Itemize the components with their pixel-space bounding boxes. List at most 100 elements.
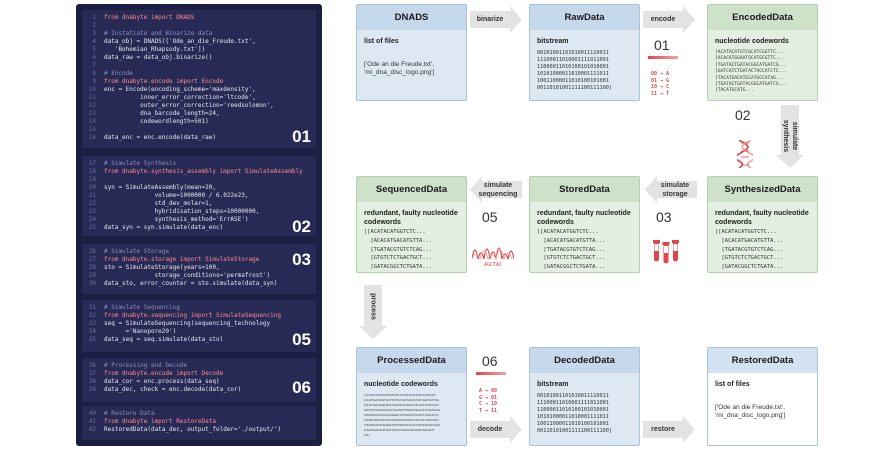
node-title: EncodedData [708, 5, 817, 30]
line-number: 7 [92, 62, 96, 69]
line-number: 36 [88, 362, 96, 369]
mapping-entry: A → 00 [479, 388, 498, 394]
node-subtitle: bitstream [537, 381, 569, 388]
step-number-06: 06 [482, 353, 498, 369]
line-number: 38 [88, 378, 96, 385]
code-text: data_obj = DNADS(['Ode_an_die_Freude.txt… [104, 38, 256, 45]
code-line: 13 dna_barcode_length=24, [82, 110, 316, 117]
arrow-label: decode [477, 426, 503, 433]
node-encodeddata: EncodedData nucleotide codewords [ACATAC… [707, 4, 818, 101]
node-dnads: DNADS list of files ['Ode an die Freude.… [356, 4, 467, 101]
code-line: 42 RestoredData(data_dec, output_folder='… [82, 426, 316, 433]
code-text: dna_barcode_length=24, [104, 110, 220, 117]
code-text: data_cor = enc.process(data_seq) [104, 378, 220, 385]
line-number: 18 [88, 168, 96, 175]
node-subtitle: redundant, faulty nucleotide codewords [537, 210, 631, 226]
code-text: data_syn = syn.simulate(data_enc) [104, 224, 224, 231]
node-title: ProcessedData [357, 348, 466, 373]
step-number-03: 03 [656, 209, 672, 225]
code-line: 29 storage_conditions='permafrost') [82, 272, 316, 279]
code-text: from dnabyte import DNADS [104, 14, 195, 21]
code-line: 14 codewordlength=501) [82, 118, 316, 125]
section-number: 02 [292, 217, 311, 236]
node-subtitle: list of files [364, 38, 399, 45]
line-number: 26 [88, 248, 96, 255]
code-line: 31 # Simulate Sequencing [82, 304, 316, 311]
line-number: 21 [88, 192, 96, 199]
line-number: 10 [88, 86, 96, 93]
code-text: volume=1000000 / 6.022e23, [104, 192, 249, 199]
section-number: 06 [292, 378, 311, 397]
code-text: outer_error_correction='reedsolomon', [104, 102, 274, 109]
line-number: 8 [92, 70, 96, 77]
node-synthesizeddata: SynthesizedData redundant, faulty nucleo… [707, 176, 818, 273]
code-text: codewordlength=501) [104, 118, 209, 125]
line-number: 23 [88, 208, 96, 215]
code-line: 36 # Processing and Decode [82, 362, 316, 369]
code-text: # Instatiate and Binarize data [104, 30, 213, 37]
mapping-entry: C → 10 [479, 401, 498, 407]
line-number: 16 [88, 134, 96, 141]
line-number: 19 [88, 176, 96, 183]
line-number: 25 [88, 224, 96, 231]
code-line: 39 data_dec, check = enc.decode(data_cor) [82, 386, 316, 393]
code-line: 1 from dnabyte import DNADS [82, 14, 316, 21]
node-content: [ACATACATGTCGCATCGGTTCATCGCTGATACGGCATGA… [364, 394, 441, 437]
line-number: 20 [88, 184, 96, 191]
code-text: data_sto, error_counter = sto.simulate(d… [104, 280, 278, 287]
code-text: storage_conditions='permafrost') [104, 272, 271, 279]
node-subtitle: redundant, faulty nucleotide codewords [715, 210, 809, 226]
node-subtitle: nucleotide codewords [364, 381, 438, 388]
line-number: 12 [88, 102, 96, 109]
code-line: 17 # Simulate Synthesis [82, 160, 316, 167]
line-number: 4 [92, 38, 96, 45]
code-line: 18 from dnabyte.synthesis_assembly import… [82, 168, 316, 175]
line-number: 6 [92, 54, 96, 61]
mapping-entry: 00 → A [651, 71, 670, 77]
line-number: 24 [88, 216, 96, 223]
code-text: from dnabyte.sequencing import SimulateS… [104, 312, 282, 319]
code-line: 3 # Instatiate and Binarize data [82, 30, 316, 37]
step-number-01: 01 [654, 37, 670, 53]
code-text: std_dev_molar=1, [104, 200, 213, 207]
code-line: 41 from dnabyte import RestoreData [82, 418, 316, 425]
code-text: from dnabyte.encode import Encode [104, 78, 224, 85]
code-text: from dnabyte.storage import SimulateStor… [104, 256, 260, 263]
code-line: 19 [82, 176, 316, 183]
code-text: data_raw = data_obj.binarize() [104, 54, 213, 61]
node-processeddata: ProcessedData nucleotide codewords [ACAT… [356, 347, 467, 446]
code-line: 32 from dnabyte.sequencing import Simulat… [82, 312, 316, 319]
code-section-sequencing: 31 # Simulate Sequencing 32 from dnabyte.se… [82, 300, 316, 352]
chromatogram-icon: AGCTAC [471, 237, 515, 268]
node-title: StoredData [530, 177, 639, 202]
node-subtitle: bitstream [537, 38, 569, 45]
node-content: 00101001101010011110011 1110001101000111… [537, 50, 612, 91]
code-line: 38 data_cor = enc.process(data_seq) [82, 378, 316, 385]
code-line: 16 data_enc = enc.encode(data_raw) [82, 134, 316, 141]
line-number: 31 [88, 304, 96, 311]
node-title: RestoredData [708, 348, 817, 373]
arrow-encode: encode [643, 6, 695, 33]
code-line: 33 seq = SimulateSequencing(sequencing_te… [82, 320, 316, 327]
node-content: ['Ode an die Freude.txt', 'mi_dna_disc_l… [715, 404, 786, 419]
arrow-label: simulate storage [660, 182, 690, 198]
node-subtitle: redundant, faulty nucleotide codewords [364, 210, 458, 226]
line-number: 9 [92, 78, 96, 85]
arrow-process: process [359, 285, 387, 339]
line-number: 34 [88, 328, 96, 335]
code-text: # Simulate Storage [104, 248, 170, 255]
arrow-label: simulate synthesis [782, 119, 798, 153]
arrow-label: encode [650, 16, 676, 23]
code-text: data_enc = enc.encode(data_raw) [104, 134, 216, 141]
code-text: inner_error_correction='ltcode', [104, 94, 256, 101]
code-line: 9 from dnabyte.encode import Encode [82, 78, 316, 85]
arrow-binarize: binarize [470, 6, 522, 33]
code-section-binarize-encode: 1 from dnabyte import DNADS 2 3 # Instatiate… [82, 10, 316, 148]
node-sequenceddata: SequencedData redundant, faulty nucleoti… [356, 176, 467, 273]
code-text: # Processing and Decode [104, 362, 188, 369]
line-number: 13 [88, 110, 96, 117]
line-number: 14 [88, 118, 96, 125]
line-number: 11 [88, 94, 96, 101]
line-number: 40 [88, 410, 96, 417]
node-decodeddata: DecodedData bitstream 001010011010100111… [529, 347, 640, 446]
